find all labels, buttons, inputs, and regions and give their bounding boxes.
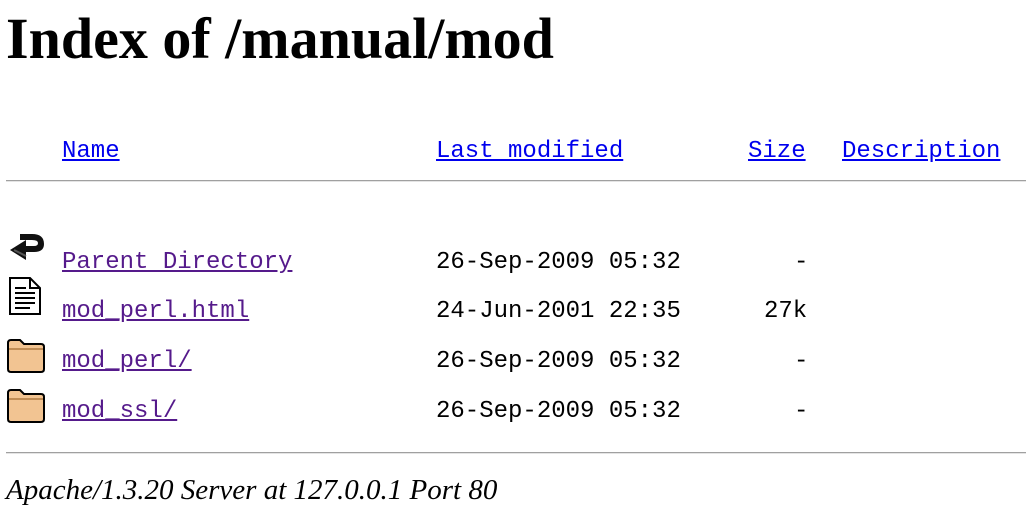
folder-icon [7, 389, 45, 423]
entry-link[interactable]: mod_perl/ [62, 348, 192, 376]
entry-modified: 26-Sep-2009 05:32 [436, 249, 681, 276]
sort-by-description-link[interactable]: Description [842, 138, 1000, 166]
sort-by-name-link[interactable]: Name [62, 138, 120, 166]
list-item-mod-perl-html: mod_perl.html 24-Jun-2001 22:35 27k [0, 276, 1026, 325]
sort-by-last-modified-link[interactable]: Last modified [436, 138, 623, 166]
header-divider [6, 180, 1026, 182]
entry-size: - [794, 398, 809, 425]
entry-modified: 24-Jun-2001 22:35 [436, 298, 681, 325]
entry-modified: 26-Sep-2009 05:32 [436, 398, 681, 425]
entry-size: - [794, 249, 809, 276]
footer-divider [6, 452, 1026, 454]
list-item-parent-directory: Parent Directory 26-Sep-2009 05:32 - [0, 228, 1026, 277]
entry-link[interactable]: Parent Directory [62, 249, 292, 277]
text-document-icon [9, 277, 41, 315]
folder-icon [7, 339, 45, 373]
entry-modified: 26-Sep-2009 05:32 [436, 348, 681, 375]
back-arrow-icon [10, 234, 44, 260]
directory-index-page: Index of /manual/mod Name Last modified … [0, 0, 1026, 526]
entry-size: 27k [764, 298, 808, 325]
entry-link[interactable]: mod_ssl/ [62, 398, 177, 426]
sort-by-size-link[interactable]: Size [748, 138, 806, 166]
list-item-mod-perl-dir: mod_perl/ 26-Sep-2009 05:32 - [0, 326, 1026, 375]
page-title: Index of /manual/mod [6, 6, 554, 71]
entry-link[interactable]: mod_perl.html [62, 298, 249, 326]
server-signature: Apache/1.3.20 Server at 127.0.0.1 Port 8… [6, 474, 498, 506]
entry-size: - [794, 348, 809, 375]
list-item-mod-ssl-dir: mod_ssl/ 26-Sep-2009 05:32 - [0, 376, 1026, 425]
